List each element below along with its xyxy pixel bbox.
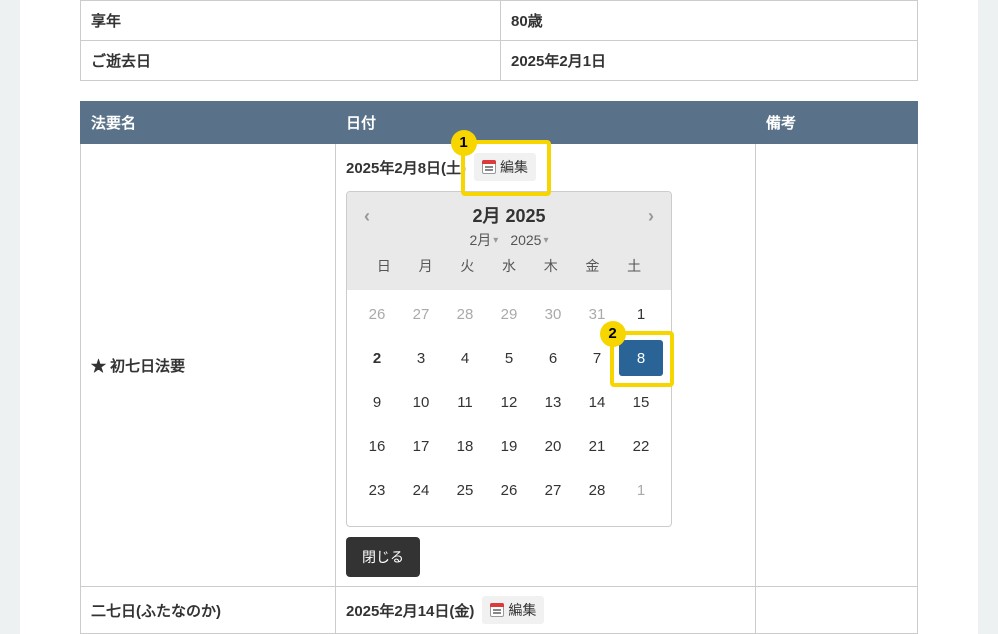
info-age-label: 享年	[81, 1, 501, 41]
schedule-table: 法要名 日付 備考 ★ 初七日法要 2025年2月8日(土) 編集	[80, 101, 918, 634]
schedule-row-name: ★ 初七日法要	[81, 144, 336, 587]
dp-day[interactable]: 25	[443, 472, 487, 508]
dp-day[interactable]: 16	[355, 428, 399, 464]
schedule-row-date-cell: 2025年2月8日(土) 編集 ‹ › 2月 2025	[336, 144, 756, 587]
dp-day[interactable]: 21	[575, 428, 619, 464]
edit-date-button[interactable]: 編集	[474, 153, 536, 181]
datepicker-year-select[interactable]: 2025 ▾	[510, 230, 548, 250]
datepicker-month-label: 2月	[469, 230, 491, 250]
schedule-row-date: 2025年2月8日(土)	[346, 157, 466, 178]
dp-day[interactable]: 3	[399, 340, 443, 376]
info-death-value: 2025年2月1日	[501, 41, 918, 81]
dp-day-prev[interactable]: 26	[355, 296, 399, 332]
datepicker-prev-month[interactable]: ‹	[357, 206, 377, 226]
edit-date-button[interactable]: 編集	[482, 596, 544, 624]
schedule-row-date-cell: 2025年2月14日(金) 編集	[336, 587, 756, 634]
dp-day[interactable]: 11	[443, 384, 487, 420]
col-header-notes: 備考	[756, 102, 918, 144]
dow-sat: 土	[613, 256, 655, 276]
dp-day[interactable]: 17	[399, 428, 443, 464]
info-death-label: ご逝去日	[81, 41, 501, 81]
dow-wed: 水	[488, 256, 530, 276]
col-header-name: 法要名	[81, 102, 336, 144]
col-header-date: 日付	[336, 102, 756, 144]
schedule-row-notes	[756, 587, 918, 634]
dp-day[interactable]: 10	[399, 384, 443, 420]
info-table: 享年 80歳 ご逝去日 2025年2月1日	[80, 0, 918, 81]
edit-button-label: 編集	[500, 157, 528, 177]
dp-day[interactable]: 28	[575, 472, 619, 508]
calendar-icon	[490, 603, 504, 617]
info-age-value: 80歳	[501, 1, 918, 41]
chevron-down-icon: ▾	[493, 235, 498, 246]
dp-day-prev[interactable]: 31	[575, 296, 619, 332]
dow-fri: 金	[572, 256, 614, 276]
datepicker-title: 2月 2025	[355, 202, 663, 228]
dow-mon: 月	[405, 256, 447, 276]
dp-day[interactable]: 9	[355, 384, 399, 420]
close-datepicker-button[interactable]: 閉じる	[346, 537, 420, 577]
dp-day[interactable]: 26	[487, 472, 531, 508]
dp-day[interactable]: 18	[443, 428, 487, 464]
dp-day[interactable]: 22	[619, 428, 663, 464]
dp-day[interactable]: 24	[399, 472, 443, 508]
dp-day[interactable]: 14	[575, 384, 619, 420]
datepicker-grid: 26 27 28 29 30 31 1 2 3 4	[355, 296, 663, 508]
dow-sun: 日	[363, 256, 405, 276]
dp-day[interactable]: 13	[531, 384, 575, 420]
dp-day-next[interactable]: 1	[619, 472, 663, 508]
dp-day[interactable]: 19	[487, 428, 531, 464]
dp-day-selected[interactable]: 8	[619, 340, 663, 376]
dp-day[interactable]: 4	[443, 340, 487, 376]
dp-day[interactable]: 27	[531, 472, 575, 508]
chevron-down-icon: ▾	[543, 235, 548, 246]
dp-day-prev[interactable]: 29	[487, 296, 531, 332]
schedule-row-name: 二七日(ふたなのか)	[81, 587, 336, 634]
dp-day-prev[interactable]: 27	[399, 296, 443, 332]
dow-thu: 木	[530, 256, 572, 276]
datepicker-dow-row: 日 月 火 水 木 金 土	[355, 250, 663, 284]
dp-day-today[interactable]: 2	[355, 340, 399, 376]
dp-day[interactable]: 5	[487, 340, 531, 376]
dp-day[interactable]: 15	[619, 384, 663, 420]
schedule-row: 二七日(ふたなのか) 2025年2月14日(金) 編集	[81, 587, 918, 634]
calendar-icon	[482, 160, 496, 174]
schedule-row-notes	[756, 144, 918, 587]
dow-tue: 火	[446, 256, 488, 276]
dp-day-prev[interactable]: 28	[443, 296, 487, 332]
schedule-row-date: 2025年2月14日(金)	[346, 600, 474, 621]
dp-day[interactable]: 20	[531, 428, 575, 464]
datepicker-next-month[interactable]: ›	[641, 206, 661, 226]
datepicker: ‹ › 2月 2025 2月 ▾ 2025	[346, 191, 672, 527]
dp-day[interactable]: 6	[531, 340, 575, 376]
dp-day[interactable]: 7	[575, 340, 619, 376]
dp-day[interactable]: 1	[619, 296, 663, 332]
schedule-row: ★ 初七日法要 2025年2月8日(土) 編集 ‹	[81, 144, 918, 587]
dp-day[interactable]: 12	[487, 384, 531, 420]
edit-button-label: 編集	[508, 600, 536, 620]
dp-day-prev[interactable]: 30	[531, 296, 575, 332]
datepicker-year-label: 2025	[510, 232, 541, 248]
datepicker-month-select[interactable]: 2月 ▾	[469, 230, 498, 250]
dp-day[interactable]: 23	[355, 472, 399, 508]
